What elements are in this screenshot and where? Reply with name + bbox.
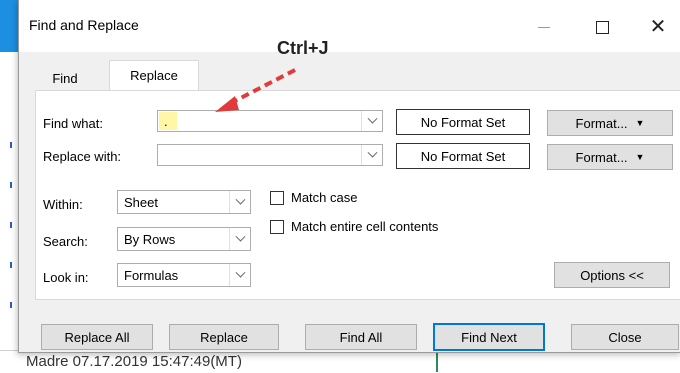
match-case-label: Match case — [291, 190, 358, 205]
spreadsheet-row-text: Madre 07.17.2019 15:47:49(MT) — [26, 353, 242, 370]
replace-with-label: Replace with: — [43, 149, 122, 164]
replace-with-dropdown[interactable] — [361, 145, 382, 165]
find-what-label: Find what: — [43, 116, 103, 131]
replace-with-input[interactable] — [157, 144, 383, 166]
chevron-down-icon — [235, 267, 245, 278]
find-all-button[interactable]: Find All — [305, 324, 417, 350]
within-label: Within: — [43, 197, 83, 212]
search-dropdown[interactable] — [229, 228, 250, 250]
find-what-dropdown[interactable] — [361, 111, 382, 131]
match-entire-checkbox[interactable] — [270, 220, 284, 234]
find-format-preview: No Format Set — [396, 109, 530, 135]
maximize-icon — [595, 20, 609, 34]
title-bar: Find and Replace ✕ — [19, 0, 680, 52]
maximize-button[interactable] — [585, 12, 619, 42]
chevron-down-icon — [367, 147, 377, 158]
find-no-format-label: No Format Set — [420, 114, 506, 130]
replace-format-label: Format... — [575, 149, 628, 165]
search-label: Search: — [43, 234, 88, 249]
replace-label: Replace — [200, 329, 248, 345]
find-next-label: Find Next — [461, 329, 517, 345]
close-label: Close — [608, 329, 642, 345]
shortcut-annotation: Ctrl+J — [277, 38, 329, 58]
minimize-button[interactable] — [527, 12, 561, 42]
replace-no-format-label: No Format Set — [420, 148, 506, 164]
find-replace-dialog: Find and Replace ✕ Ctrl+J Find Replace F… — [18, 0, 680, 353]
find-next-button[interactable]: Find Next — [433, 323, 545, 351]
options-label: Options << — [580, 267, 644, 283]
match-entire-label: Match entire cell contents — [291, 219, 439, 234]
close-icon: ✕ — [649, 16, 667, 38]
chevron-down-icon — [235, 194, 245, 205]
within-value: Sheet — [124, 195, 158, 210]
tab-replace[interactable]: Replace — [109, 60, 199, 91]
find-all-label: Find All — [339, 329, 383, 345]
replace-format-preview: No Format Set — [396, 143, 530, 169]
close-button[interactable]: Close — [571, 324, 679, 350]
row-gutter — [0, 52, 18, 372]
close-window-button[interactable]: ✕ — [641, 12, 675, 42]
within-select[interactable]: Sheet — [117, 190, 251, 214]
tab-find-label: Find — [52, 71, 78, 86]
tab-replace-label: Replace — [130, 68, 178, 83]
replace-button[interactable]: Replace — [169, 324, 279, 350]
replace-all-label: Replace All — [64, 329, 130, 345]
chevron-down-icon — [367, 113, 377, 124]
look-in-dropdown[interactable] — [229, 264, 250, 286]
tab-find[interactable]: Find — [41, 67, 89, 91]
find-format-button[interactable]: Format... ▼ — [547, 110, 673, 136]
look-in-value: Formulas — [124, 268, 179, 283]
dropdown-arrow-icon: ▼ — [635, 152, 645, 162]
chevron-down-icon — [235, 231, 245, 242]
replace-format-button[interactable]: Format... ▼ — [547, 144, 673, 170]
find-format-label: Format... — [575, 115, 628, 131]
within-dropdown[interactable] — [229, 191, 250, 213]
find-what-value: . — [164, 114, 168, 129]
options-button[interactable]: Options << — [554, 262, 670, 288]
match-case-checkbox[interactable] — [270, 191, 284, 205]
annotation-arrow-icon — [215, 68, 296, 112]
look-in-label: Look in: — [43, 270, 89, 285]
look-in-select[interactable]: Formulas — [117, 263, 251, 287]
spreadsheet-row: Madre 07.17.2019 15:47:49(MT) — [0, 350, 680, 373]
dialog-title: Find and Replace — [29, 17, 139, 33]
dropdown-arrow-icon: ▼ — [635, 118, 645, 128]
search-select[interactable]: By Rows — [117, 227, 251, 251]
minimize-icon — [538, 26, 550, 28]
search-value: By Rows — [124, 232, 176, 247]
replace-all-button[interactable]: Replace All — [41, 324, 153, 350]
selected-cell-border — [436, 350, 438, 372]
find-text-highlight — [159, 112, 177, 130]
